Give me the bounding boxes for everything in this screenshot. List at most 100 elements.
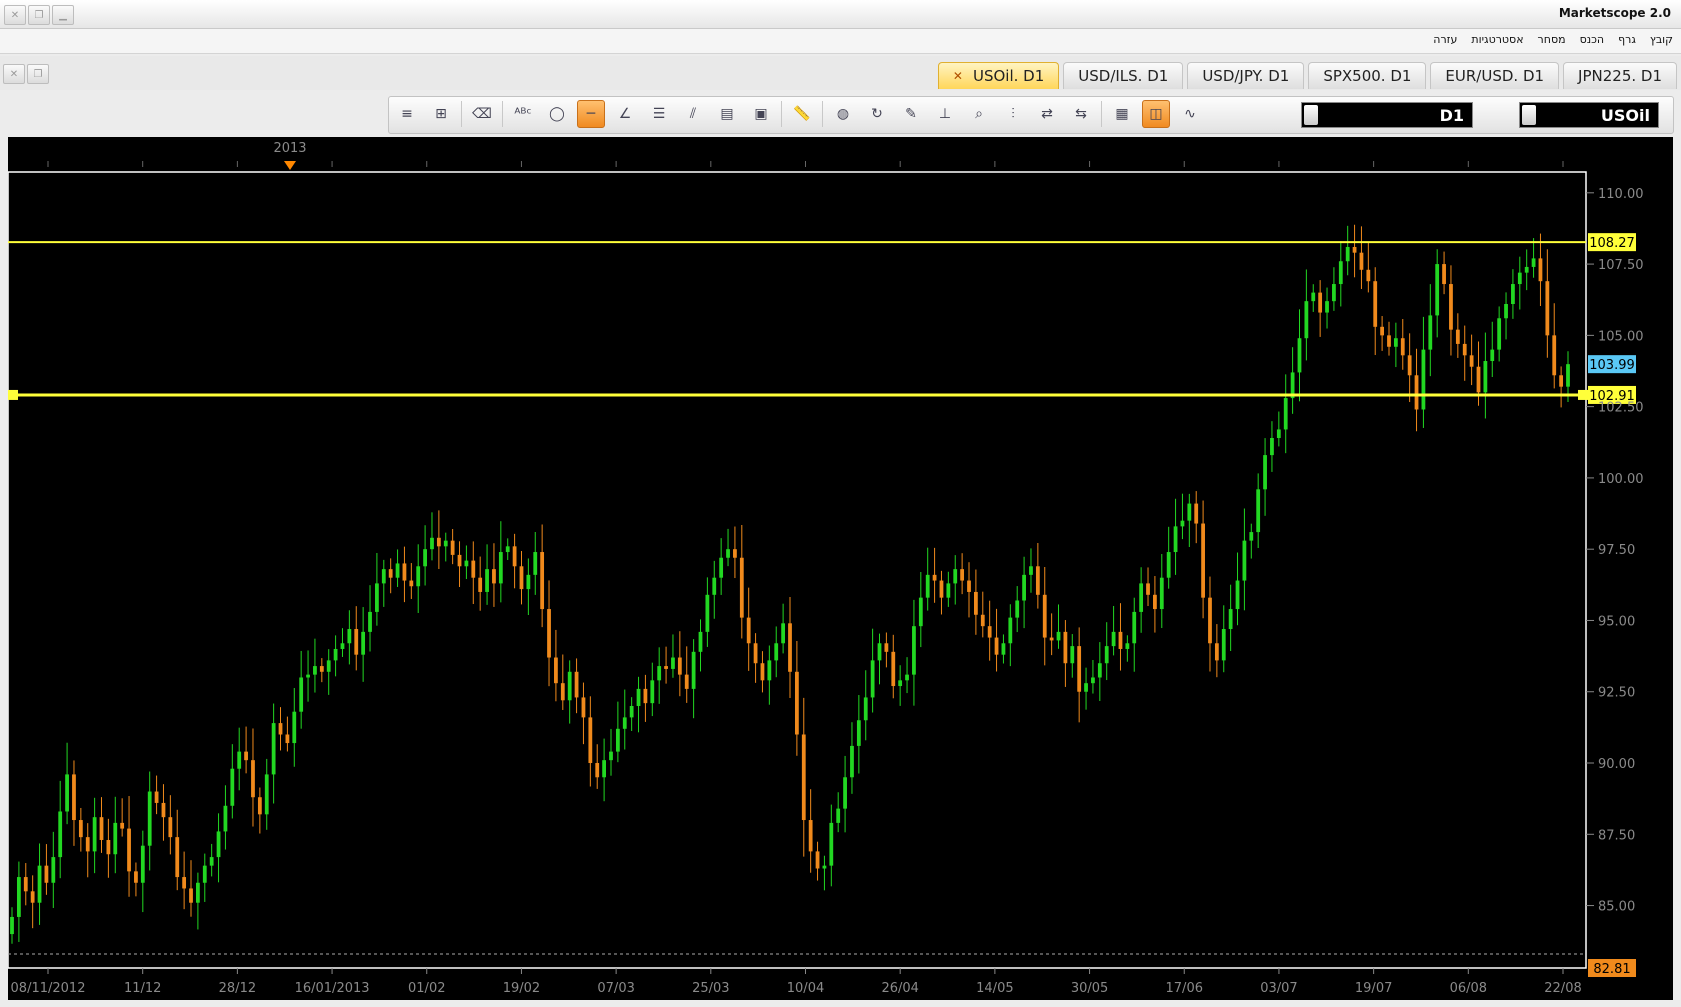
ellipse-icon[interactable]: ◯ — [543, 100, 571, 128]
y-tick-label: 97.50 — [1598, 543, 1635, 558]
candle-down — [1359, 252, 1364, 270]
drawing-toolbar: ≡ ⊞ ⌫ ᴬᴮᶜ ◯ ─ ∠ ☰ ⫽ ▤ ▣ 📏 ◍ ↻ ✎ ⊥ ⌕ ⫶ ⇄ … — [388, 96, 1674, 134]
tab-label: EUR/USD. D1 — [1445, 67, 1545, 85]
candle-down — [794, 671, 799, 735]
year-label: 2013 — [273, 141, 306, 156]
y-tick-label: 87.50 — [1598, 828, 1635, 843]
eraser-icon[interactable]: ⌫ — [468, 100, 496, 128]
instrument-select-handle[interactable] — [1522, 105, 1536, 125]
tab-usdjpy[interactable]: USD/JPY. D1 — [1187, 62, 1305, 89]
magnify-icon[interactable]: ⌕ — [965, 100, 993, 128]
tab-spx500[interactable]: SPX500. D1 — [1308, 62, 1427, 89]
menu-file[interactable]: קובץ — [1650, 33, 1673, 46]
candle-up — [781, 623, 786, 644]
candle-up — [691, 651, 696, 689]
layout-icon[interactable]: ▦ — [1108, 100, 1136, 128]
candle-up — [953, 569, 958, 584]
candle-up — [485, 569, 489, 592]
candle-up — [1249, 532, 1254, 541]
x-tick-label: 25/03 — [692, 981, 729, 996]
candle-up — [1166, 552, 1171, 578]
price-chart[interactable]: 2013 108.27 102.91 103.99 82.81 110.00 107.5… — [7, 137, 1673, 1000]
candle-up — [1091, 677, 1095, 684]
zoom-rotate-icon[interactable]: ↻ — [863, 100, 891, 128]
text-tool-icon[interactable]: ᴬᴮᶜ — [509, 100, 537, 128]
toolbar-separator — [781, 101, 782, 127]
image-icon[interactable]: ▣ — [747, 100, 775, 128]
candle-down — [388, 569, 393, 578]
restore-chart-button[interactable]: ❐ — [27, 64, 49, 84]
timeframe-select-handle[interactable] — [1304, 105, 1318, 125]
y-tick-label: 110.00 — [1598, 187, 1644, 202]
instrument-select[interactable]: USOil — [1519, 102, 1659, 128]
candle-up — [719, 557, 724, 578]
y-tick-label: 102.50 — [1598, 401, 1644, 416]
candle-down — [1194, 503, 1199, 524]
candle-down — [285, 734, 290, 744]
candle-up — [271, 723, 276, 775]
candle-up — [1242, 540, 1247, 581]
candle-up — [925, 574, 930, 598]
tab-usdils[interactable]: USD/ILS. D1 — [1063, 62, 1184, 89]
compare-alt-icon[interactable]: ⇆ — [1067, 100, 1095, 128]
collapse-icon[interactable]: ≡ — [393, 100, 421, 128]
hierarchy-icon[interactable]: ⊞ — [427, 100, 455, 128]
restore-window-button[interactable]: ❐ — [28, 5, 50, 25]
candle-down — [1469, 355, 1474, 367]
close-window-button[interactable]: ✕ — [4, 5, 26, 25]
app-title: Marketscope 2.0 — [1558, 6, 1671, 20]
x-tick-label: 07/03 — [597, 981, 634, 996]
candle-down — [1373, 281, 1378, 327]
candle-up — [37, 865, 42, 903]
trendline-icon[interactable]: ∠ — [611, 100, 639, 128]
channel-icon[interactable]: ☰ — [645, 100, 673, 128]
candle-up — [423, 549, 427, 567]
close-tab-icon[interactable]: ✕ — [953, 69, 963, 83]
candle-up — [216, 831, 221, 858]
candlestick-chart[interactable]: 2013 108.27102.91103.9982.81 110.00107.5… — [7, 137, 1673, 1000]
ruler-icon[interactable]: 📏 — [788, 100, 816, 128]
candle-up — [650, 680, 655, 704]
globe-icon[interactable]: ◍ — [829, 100, 857, 128]
x-tick-label: 28/12 — [219, 981, 256, 996]
candle-down — [175, 837, 180, 878]
candle-up — [209, 857, 214, 866]
candle-up — [1311, 292, 1316, 302]
y-tick-label: 107.50 — [1598, 258, 1644, 273]
candle-up — [1517, 272, 1522, 285]
candle-up — [1022, 574, 1026, 601]
edit-chart-icon[interactable]: ✎ — [897, 100, 925, 128]
tab-usoil[interactable]: ✕ USOil. D1 — [937, 62, 1060, 89]
menu-chart[interactable]: גרף — [1618, 33, 1636, 46]
vertical-range-icon[interactable]: ⊥ — [931, 100, 959, 128]
tab-jpn225[interactable]: JPN225. D1 — [1563, 62, 1677, 89]
tab-eurusd[interactable]: EUR/USD. D1 — [1430, 62, 1560, 89]
menu-trading[interactable]: מסחר — [1538, 33, 1566, 46]
chart-window-icon[interactable]: ▤ — [713, 100, 741, 128]
candles-icon[interactable]: ⫶ — [999, 100, 1027, 128]
candle-down — [1049, 637, 1054, 641]
candle-down — [1455, 329, 1460, 344]
minimize-window-button[interactable]: ▁ — [52, 5, 74, 25]
timeframe-select[interactable]: D1 — [1301, 102, 1473, 128]
candle-up — [622, 717, 627, 729]
window-titlebar: ✕ ❐ ▁ Marketscope 2.0 — [0, 0, 1681, 29]
close-chart-button[interactable]: ✕ — [3, 64, 25, 84]
menu-strategies[interactable]: אסטרטגיות — [1471, 33, 1523, 46]
x-tick-label: 06/08 — [1450, 981, 1487, 996]
candle-down — [1077, 646, 1082, 692]
compare-icon[interactable]: ⇄ — [1033, 100, 1061, 128]
candle-up — [1393, 338, 1398, 347]
candle-up — [877, 643, 882, 661]
candle-up — [726, 549, 730, 558]
candle-up — [1497, 318, 1502, 350]
menu-insert[interactable]: הכנס — [1580, 33, 1605, 46]
horizontal-line-icon[interactable]: ─ — [577, 100, 605, 128]
indicator-icon[interactable]: ∿ — [1176, 100, 1204, 128]
candle-down — [801, 734, 806, 821]
candle-down — [519, 566, 524, 590]
panel-icon[interactable]: ◫ — [1142, 100, 1170, 128]
menu-help[interactable]: עזרה — [1433, 33, 1457, 46]
fork-icon[interactable]: ⫽ — [679, 100, 707, 128]
candle-down — [1035, 566, 1040, 595]
